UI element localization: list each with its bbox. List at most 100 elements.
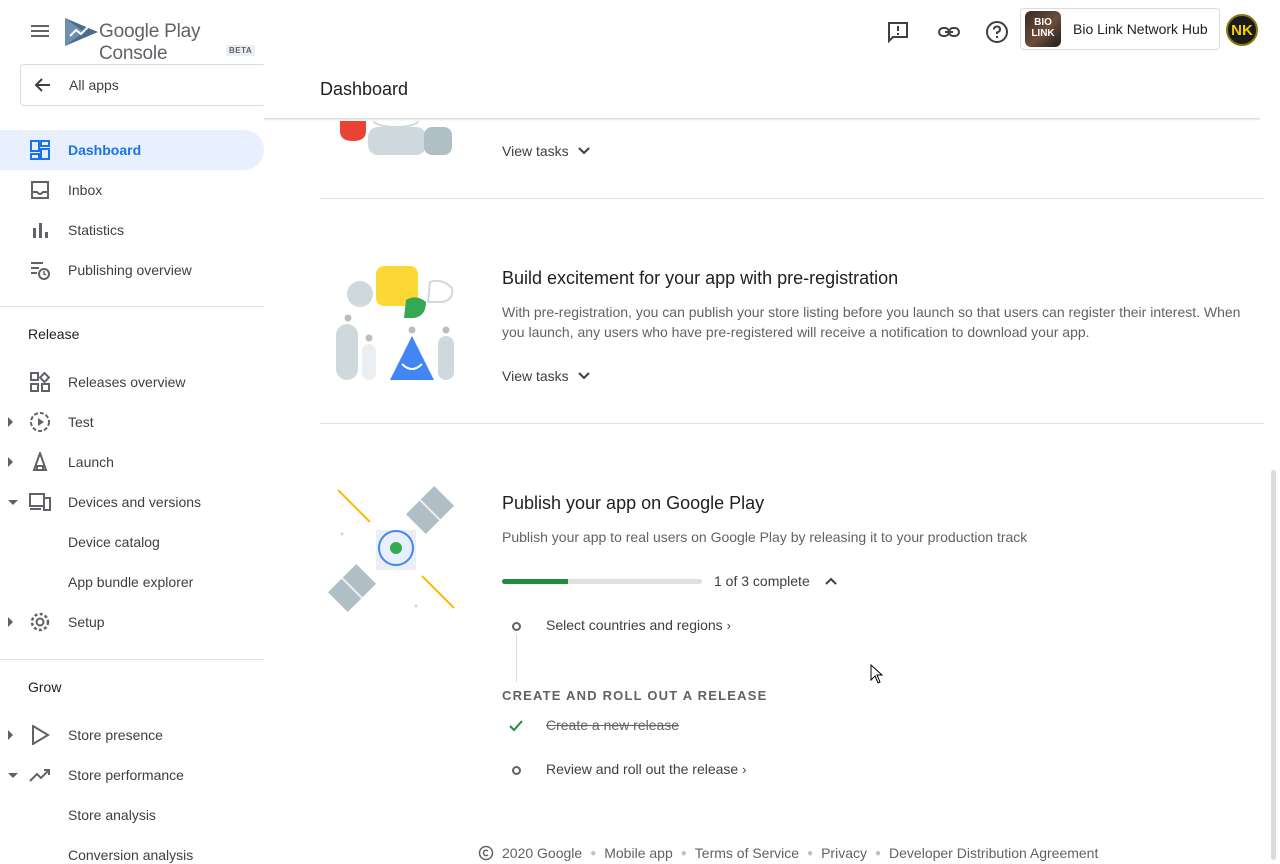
sidebar-item-label: Conversion analysis [68, 847, 194, 863]
step-create-release[interactable]: Create a new release [546, 717, 679, 733]
footer-link-mobile-app[interactable]: Mobile app [604, 845, 673, 861]
release-subheading: CREATE AND ROLL OUT A RELEASE [502, 688, 768, 703]
sidebar-divider [0, 659, 264, 660]
feedback-icon[interactable] [886, 20, 910, 44]
chevron-down-icon [577, 372, 590, 380]
preregistration-illustration [336, 266, 454, 380]
inbox-icon [28, 178, 52, 202]
step-pending-icon [512, 766, 521, 775]
help-icon[interactable] [985, 20, 1009, 44]
chevron-right-icon: › [726, 618, 731, 633]
releases-icon [28, 370, 52, 394]
footer-link-privacy[interactable]: Privacy [821, 845, 867, 861]
progress-label: 1 of 3 complete [714, 573, 810, 589]
publish-title: Publish your app on Google Play [502, 493, 765, 513]
sidebar-item-app-bundle-explorer[interactable]: App bundle explorer [0, 562, 264, 602]
sidebar-item-store-performance[interactable]: Store performance [0, 755, 264, 795]
store-presence-icon [28, 723, 52, 747]
mouse-cursor-icon [870, 664, 884, 684]
footer-separator: ● [807, 847, 814, 859]
sidebar-item-store-analysis[interactable]: Store analysis [0, 795, 264, 835]
all-apps-button[interactable]: All apps [20, 64, 264, 106]
scrollbar-thumb[interactable] [1271, 470, 1276, 860]
footer: 2020 Google ● Mobile app ● Terms of Serv… [478, 845, 1098, 861]
app-icon: BIO LINK [1025, 11, 1061, 47]
progress-fill [502, 579, 568, 584]
sidebar-item-setup[interactable]: Setup [0, 602, 264, 642]
sidebar-item-label: Device catalog [68, 534, 160, 550]
beta-badge: BETA [226, 45, 256, 56]
publish-progress-bar [502, 579, 702, 584]
chevron-down-icon [577, 147, 590, 155]
sidebar-item-label: Setup [68, 614, 105, 630]
footer-link-terms[interactable]: Terms of Service [695, 845, 799, 861]
card-divider [320, 198, 1264, 199]
link-icon[interactable] [937, 20, 961, 44]
sidebar-item-label: Inbox [68, 182, 103, 198]
sidebar-item-label: Store analysis [68, 807, 156, 823]
step-review-release-link[interactable]: Review and roll out the release › [546, 761, 746, 777]
sidebar-item-label: Dashboard [68, 142, 142, 158]
sidebar-item-inbox[interactable]: Inbox [0, 170, 264, 210]
section-heading-grow: Grow [28, 679, 62, 695]
footer-link-dda[interactable]: Developer Distribution Agreement [889, 845, 1098, 861]
bar-chart-icon [28, 218, 52, 242]
preregistration-title: Build excitement for your app with pre-r… [502, 268, 899, 288]
chevron-up-icon[interactable] [822, 572, 840, 590]
sidebar-item-conversion-analysis[interactable]: Conversion analysis [0, 835, 264, 864]
sidebar-item-label: Store performance [68, 767, 184, 783]
sidebar-item-label: Launch [68, 454, 114, 470]
sidebar-item-statistics[interactable]: Statistics [0, 210, 264, 250]
caret-right-icon [8, 730, 13, 740]
footer-separator: ● [680, 847, 687, 859]
sidebar-item-devices-and-versions[interactable]: Devices and versions [0, 482, 264, 522]
account-name: Bio Link Network Hub [1073, 21, 1208, 37]
publish-description: Publish your app to real users on Google… [502, 529, 1028, 545]
footer-separator: ● [874, 847, 882, 859]
footer-separator: ● [590, 847, 597, 859]
sidebar-item-device-catalog[interactable]: Device catalog [0, 522, 264, 562]
sidebar-item-label: Store presence [68, 727, 163, 743]
menu-icon[interactable] [28, 22, 52, 42]
view-tasks-button[interactable]: View tasks [502, 143, 591, 159]
google-play-console-logo [65, 18, 98, 46]
sidebar: Google Play Console BETA All apps Dashbo… [0, 0, 264, 864]
step-label: Select countries and regions [546, 617, 723, 633]
view-tasks-button[interactable]: View tasks [502, 368, 591, 384]
page-title: Dashboard [320, 79, 409, 99]
trending-icon [28, 763, 52, 787]
publishing-icon [28, 258, 52, 282]
logo-wordmark: Google Play Console [99, 21, 201, 64]
sidebar-item-label: Statistics [68, 222, 125, 238]
sidebar-item-launch[interactable]: Launch [0, 442, 264, 482]
caret-down-icon [8, 772, 18, 778]
sidebar-item-label: Releases overview [68, 374, 186, 390]
view-tasks-label: View tasks [502, 368, 569, 384]
launch-icon [28, 450, 52, 474]
publish-satellite-illustration [328, 485, 455, 613]
dashboard-icon [28, 138, 52, 162]
all-apps-label: All apps [69, 77, 119, 93]
sidebar-item-store-presence[interactable]: Store presence [0, 715, 264, 755]
avatar[interactable]: NK [1226, 14, 1258, 46]
view-tasks-label: View tasks [502, 143, 569, 159]
step-label: Review and roll out the release [546, 761, 739, 777]
step-select-countries-link[interactable]: Select countries and regions › [546, 617, 731, 633]
footer-copyright: 2020 Google [502, 845, 583, 861]
caret-right-icon [8, 417, 13, 427]
sidebar-item-test[interactable]: Test [0, 402, 264, 442]
account-switcher[interactable]: BIO LINK Bio Link Network Hub [1020, 8, 1220, 50]
check-icon [509, 720, 523, 732]
sidebar-divider [0, 306, 264, 307]
sidebar-item-label: Publishing overview [68, 262, 192, 278]
sidebar-item-publishing-overview[interactable]: Publishing overview [0, 250, 264, 290]
copyright-icon [478, 845, 494, 861]
sidebar-item-label: App bundle explorer [68, 574, 194, 590]
sidebar-item-label: Test [68, 414, 94, 430]
sidebar-item-releases-overview[interactable]: Releases overview [0, 362, 264, 402]
test-icon [28, 410, 52, 434]
section-heading-release: Release [28, 326, 80, 342]
caret-down-icon [8, 499, 18, 505]
gear-icon [28, 610, 52, 634]
sidebar-item-dashboard[interactable]: Dashboard [0, 130, 264, 170]
